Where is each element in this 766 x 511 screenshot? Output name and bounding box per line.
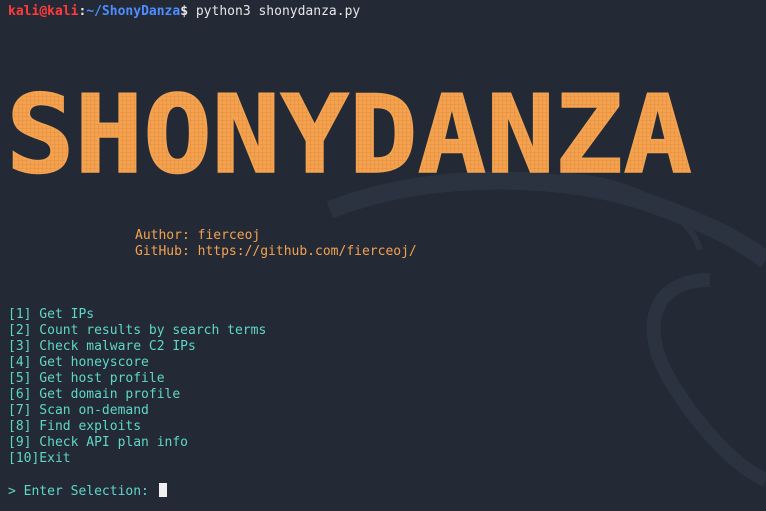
menu-item-exit: [10]Exit xyxy=(8,451,71,466)
prompt-command: python3 shonydanza.py xyxy=(188,4,361,19)
github-line: GitHub: https://github.com/fierceoj/ xyxy=(135,244,417,259)
menu-item-scan-on-demand: [7] Scan on-demand xyxy=(8,403,149,418)
menu-item-count-results: [2] Count results by search terms xyxy=(8,323,267,338)
prompt-at: @ xyxy=(39,4,48,19)
prompt-host: kali xyxy=(47,4,79,19)
shell-prompt-line: kali@kali:~/ShonyDanza$ python3 shonydan… xyxy=(8,4,360,20)
menu-item-get-domain-profile: [6] Get domain profile xyxy=(8,387,181,402)
text-cursor[interactable] xyxy=(158,483,167,497)
banner-art: SHONYDANZA xyxy=(5,72,693,199)
prompt-path: ~/ShonyDanza xyxy=(86,4,181,19)
menu-item-get-ips: [1] Get IPs xyxy=(8,307,95,322)
ascii-banner: SHONYDANZA xyxy=(5,72,696,199)
author-line: Author: fierceoj xyxy=(135,228,261,243)
prompt-user: kali xyxy=(8,4,40,19)
banner-text: SHONYDANZA xyxy=(6,80,692,190)
prompt-dollar: $ xyxy=(180,4,189,19)
menu-item-check-api-plan: [9] Check API plan info xyxy=(8,435,189,450)
selection-input-line[interactable]: > Enter Selection: xyxy=(8,483,167,499)
menu-item-check-malware-c2: [3] Check malware C2 IPs xyxy=(8,339,196,354)
menu-item-get-honeyscore: [4] Get honeyscore xyxy=(8,355,149,370)
selection-prompt: > Enter Selection: xyxy=(8,484,157,499)
menu-item-get-host-profile: [5] Get host profile xyxy=(8,371,165,386)
main-menu: [1] Get IPs [2] Count results by search … xyxy=(8,307,266,467)
menu-item-find-exploits: [8] Find exploits xyxy=(8,419,142,434)
